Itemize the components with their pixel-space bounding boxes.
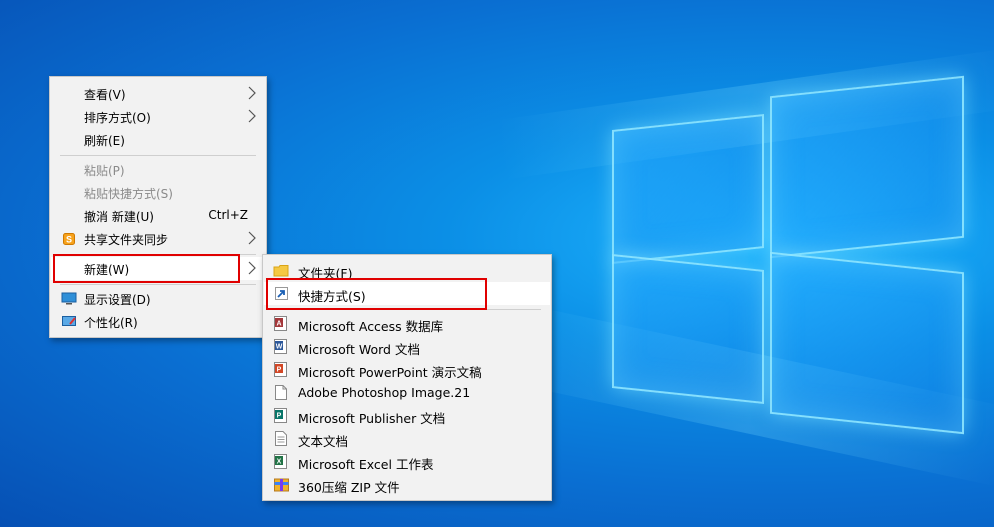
undo-shortcut: Ctrl+Z [208,208,248,222]
svg-text:W: W [276,344,283,351]
folder-icon [273,263,289,278]
display-settings-icon [61,291,77,306]
menu-item-display-settings[interactable]: 显示设置(D) [51,287,265,310]
menu-item-new[interactable]: 新建(W) [51,257,265,280]
svg-text:X: X [277,459,282,466]
new-photoshop-item[interactable]: Adobe Photoshop Image.21 [264,381,550,404]
text-document-icon [273,431,289,446]
word-icon: W [273,339,289,354]
shared-folder-sync-icon: S [61,231,77,246]
menu-item-refresh[interactable]: 刷新(E) [51,128,265,151]
logo-pane [612,254,764,404]
menu-separator [271,309,541,310]
menu-item-personalize[interactable]: 个性化(R) [51,310,265,333]
menu-item-paste: 粘贴(P) [84,164,125,178]
new-zip-item[interactable]: 360压缩 ZIP 文件 [264,473,550,496]
menu-item-sort[interactable]: 排序方式(O) [51,105,265,128]
new-text-document-item[interactable]: 文本文档 [264,427,550,450]
chevron-right-icon [248,231,256,245]
publisher-icon: P [273,408,289,423]
new-submenu: 文件夹(F) 快捷方式(S) A Microsoft Access 数据库 W … [262,254,552,501]
new-excel-item[interactable]: X Microsoft Excel 工作表 [264,450,550,473]
logo-pane [770,75,964,259]
menu-separator [60,284,256,285]
menu-item-paste-shortcut: 粘贴快捷方式(S) [84,187,173,201]
powerpoint-icon: P [273,362,289,377]
menu-item-view[interactable]: 查看(V) [51,82,265,105]
access-icon: A [273,316,289,331]
chevron-right-icon [248,261,256,275]
menu-separator [60,254,256,255]
excel-icon: X [273,454,289,469]
new-shortcut-item[interactable]: 快捷方式(S) [264,282,550,305]
menu-separator [60,155,256,156]
logo-pane [770,251,964,435]
new-powerpoint-item[interactable]: P Microsoft PowerPoint 演示文稿 [264,358,550,381]
svg-text:S: S [66,234,72,244]
new-word-item[interactable]: W Microsoft Word 文档 [264,335,550,358]
chevron-right-icon [248,86,256,100]
svg-text:P: P [277,367,282,374]
menu-item-share-sync[interactable]: S 共享文件夹同步 [51,227,265,250]
shortcut-icon [273,286,289,301]
zip-archive-icon [273,477,289,492]
logo-pane [612,114,764,264]
new-folder-item[interactable]: 文件夹(F) [264,259,550,282]
svg-text:A: A [276,321,281,328]
blank-document-icon [273,385,289,400]
svg-text:P: P [277,413,282,420]
personalize-icon [61,314,77,329]
menu-item-undo[interactable]: 撤消 新建(U) Ctrl+Z [51,204,265,227]
new-access-item[interactable]: A Microsoft Access 数据库 [264,312,550,335]
new-publisher-item[interactable]: P Microsoft Publisher 文档 [264,404,550,427]
chevron-right-icon [248,109,256,123]
desktop-context-menu: 查看(V) 排序方式(O) 刷新(E) 粘贴(P) 粘贴快捷方式(S) 撤消 新… [49,76,267,338]
